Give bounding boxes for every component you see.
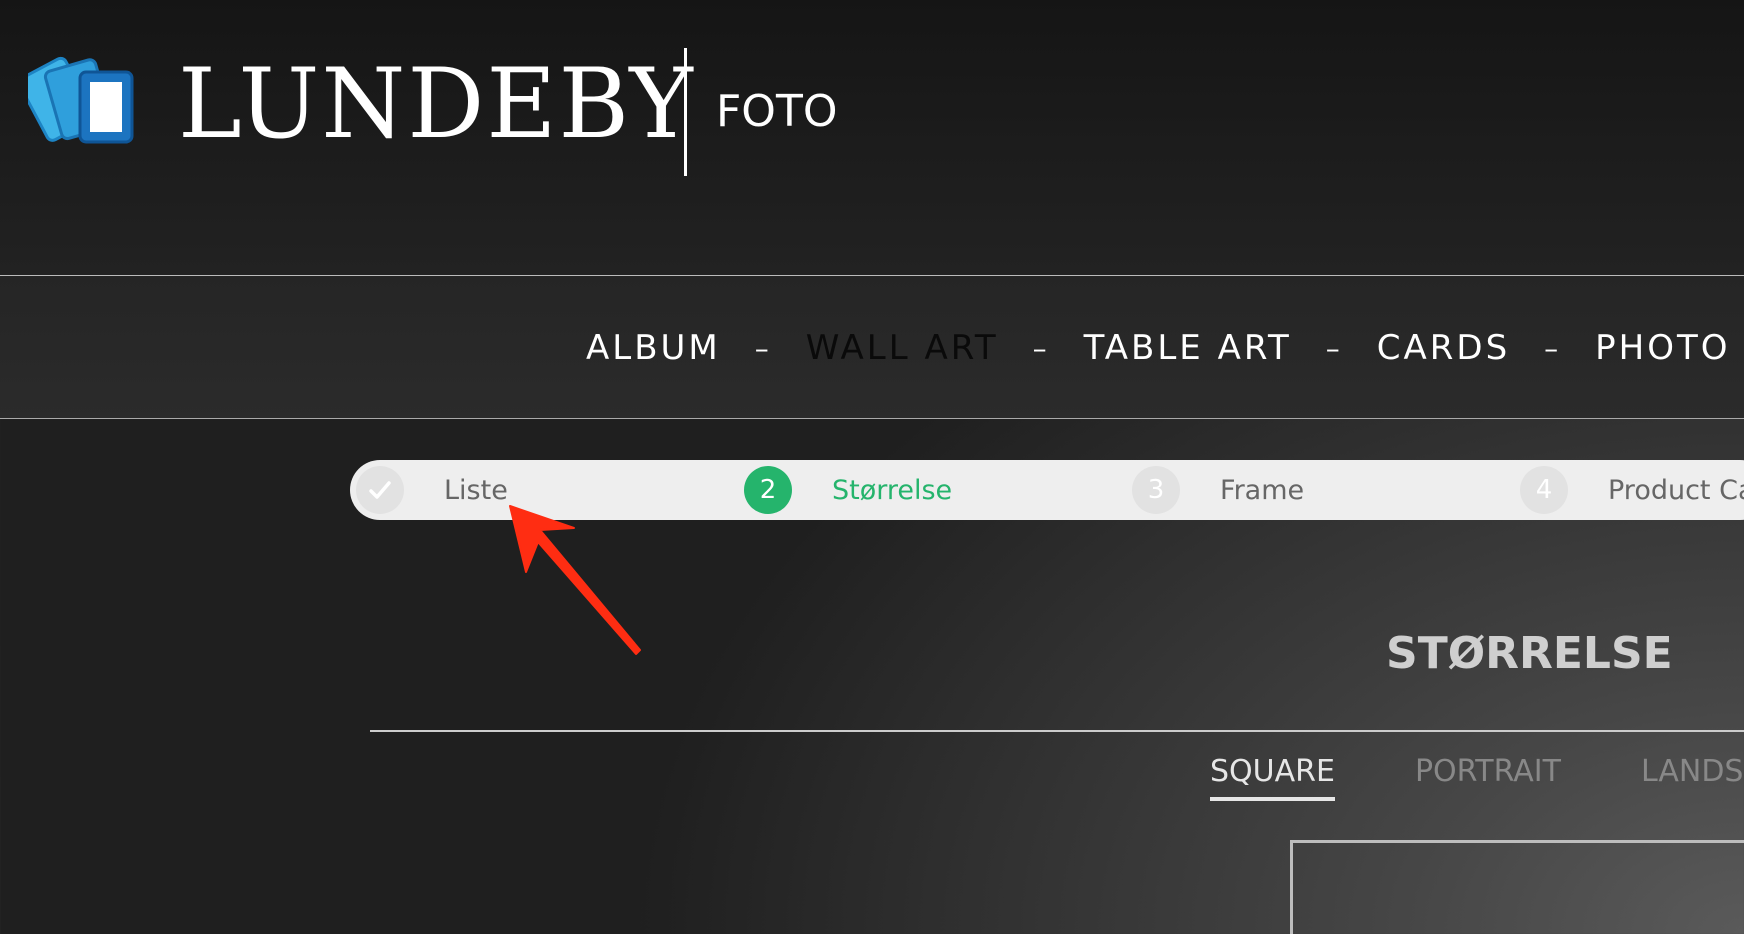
step-frame[interactable]: 3 Frame [1132, 466, 1305, 514]
section-divider [370, 730, 1744, 732]
nav-item-photo-products[interactable]: PHOTO P [1595, 328, 1744, 368]
nav-separator: – [1325, 331, 1343, 365]
site-logo[interactable]: LUNDEBY FOTO [17, 48, 837, 176]
step-label: Størrelse [832, 474, 953, 506]
tab-square[interactable]: SQUARE [1210, 754, 1335, 801]
step-number: 3 [1132, 466, 1180, 514]
size-preview-frame [1290, 840, 1744, 934]
step-number: 2 [744, 466, 792, 514]
site-header: LUNDEBY FOTO [0, 0, 1744, 276]
nav-separator: – [1032, 331, 1050, 365]
step-storrelse[interactable]: 2 Størrelse [744, 466, 953, 514]
logo-divider [684, 48, 687, 176]
nav-separator: – [1544, 331, 1562, 365]
nav-item-cards[interactable]: CARDS [1377, 328, 1510, 368]
nav-item-wall-art[interactable]: WALL ART [806, 328, 999, 368]
checkmark-icon [356, 466, 404, 514]
main-nav: ALBUM – WALL ART – TABLE ART – CARDS – P… [0, 276, 1744, 419]
page-title: STØRRELSE [1386, 628, 1673, 679]
tab-portrait[interactable]: PORTRAIT [1415, 754, 1561, 801]
progress-stepper: Liste 2 Størrelse 3 Frame 4 Product Ca [350, 460, 1744, 520]
orientation-tabs: SQUARE PORTRAIT LANDS [1210, 754, 1744, 801]
step-label: Frame [1220, 474, 1305, 506]
photo-stack-icon [17, 48, 138, 152]
step-label: Product Ca [1608, 474, 1744, 506]
logo-subtitle: FOTO [716, 86, 838, 137]
logo-wordmark: LUNDEBY [178, 48, 695, 160]
nav-item-album[interactable]: ALBUM [586, 328, 721, 368]
step-number: 4 [1520, 466, 1568, 514]
nav-item-table-art[interactable]: TABLE ART [1084, 328, 1292, 368]
step-liste[interactable]: Liste [356, 466, 508, 514]
step-label: Liste [444, 474, 508, 506]
step-product-card[interactable]: 4 Product Ca [1520, 466, 1744, 514]
nav-separator: – [754, 331, 772, 365]
tab-landscape[interactable]: LANDS [1641, 754, 1744, 801]
nav-divider [0, 418, 1744, 419]
